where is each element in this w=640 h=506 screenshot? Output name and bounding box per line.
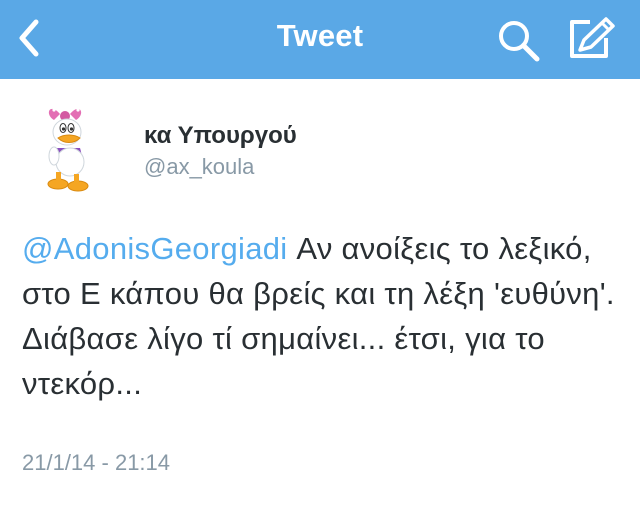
timestamp: 21/1/14 - 21:14 [22, 450, 171, 475]
username[interactable]: @ax_koula [144, 154, 254, 180]
nav-bar: Tweet [0, 0, 640, 79]
search-icon [499, 21, 540, 62]
compose-icon [570, 17, 615, 58]
page-title: Tweet [276, 18, 364, 53]
daisy-duck-avatar-icon [47, 108, 89, 192]
display-name[interactable]: κα Υπουργού [144, 122, 297, 150]
mention-link[interactable]: @AdonisGeorgiadi [22, 231, 287, 266]
search-button[interactable] [496, 18, 542, 64]
avatar[interactable] [40, 100, 108, 192]
compose-button[interactable] [566, 16, 618, 64]
tweet-text: @AdonisGeorgiadi Αν ανοίξεις το λεξικό, … [22, 226, 632, 406]
